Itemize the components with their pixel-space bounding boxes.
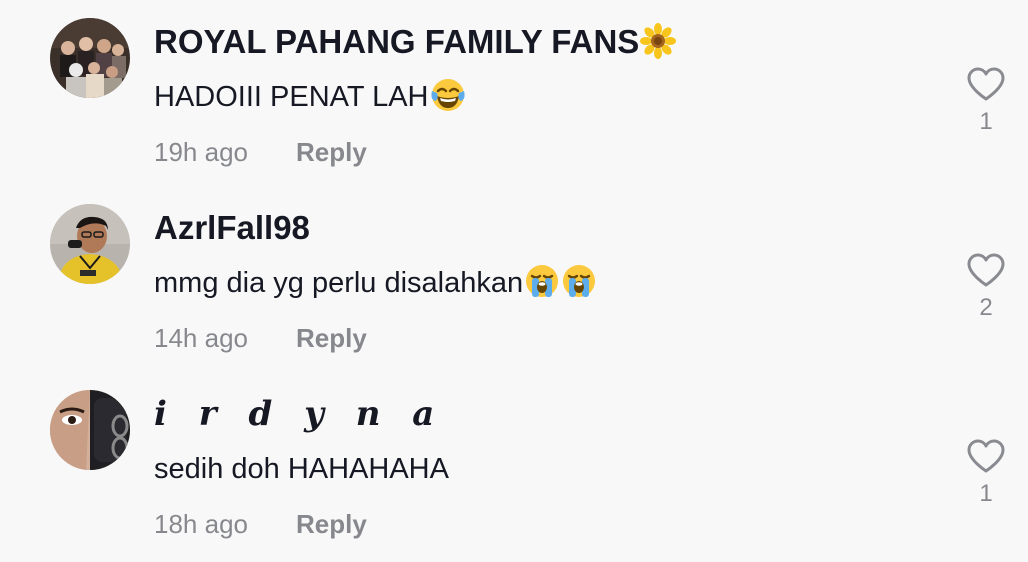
username-text: ROYAL PAHANG FAMILY FANS	[154, 23, 640, 60]
reply-button[interactable]: Reply	[296, 136, 367, 168]
comment-username[interactable]: ROYAL PAHANG FAMILY FANS	[154, 22, 677, 62]
comment-text: HADOIII PENAT LAH	[154, 78, 466, 116]
avatar[interactable]	[50, 18, 130, 98]
like-count: 1	[979, 108, 993, 135]
reply-button[interactable]: Reply	[296, 322, 367, 354]
avatar[interactable]	[50, 204, 130, 284]
comment-text: mmg dia yg perlu disalahkan	[154, 264, 597, 302]
comment-item: i r d y n a sedih doh HAHAHAHA 18h ago Re…	[0, 372, 1028, 542]
comment-text-body: HADOIII PENAT LAH	[154, 81, 429, 113]
comment-timestamp: 18h ago	[154, 509, 248, 539]
like-control: 1	[960, 66, 1012, 136]
username-text: AzrlFall98	[154, 209, 310, 246]
like-count: 1	[979, 480, 993, 507]
heart-icon[interactable]	[966, 66, 1006, 102]
like-count: 2	[979, 294, 993, 321]
tears-of-joy-icon	[430, 77, 466, 113]
comment-item: AzrlFall98 mmg dia yg perlu disalahkan 1…	[0, 186, 1028, 356]
loudly-crying-icon	[561, 263, 597, 299]
comment-meta: 18h ago Reply	[154, 508, 367, 540]
avatar-image	[50, 390, 130, 470]
heart-icon[interactable]	[966, 252, 1006, 288]
like-control: 2	[960, 252, 1012, 322]
comment-text: sedih doh HAHAHAHA	[154, 453, 449, 485]
comment-timestamp: 14h ago	[154, 323, 248, 353]
heart-icon[interactable]	[966, 438, 1006, 474]
avatar-image	[50, 18, 130, 98]
comment-username[interactable]: AzrlFall98	[154, 208, 310, 248]
loudly-crying-icon	[524, 263, 560, 299]
comment-username[interactable]: i r d y n a	[154, 394, 444, 434]
comment-timestamp: 19h ago	[154, 137, 248, 167]
like-control: 1	[960, 438, 1012, 508]
comment-meta: 14h ago Reply	[154, 322, 367, 354]
avatar-image	[50, 204, 130, 284]
sunflower-icon	[640, 23, 677, 60]
comment-meta: 19h ago Reply	[154, 136, 367, 168]
reply-button[interactable]: Reply	[296, 508, 367, 540]
comment-item: ROYAL PAHANG FAMILY FANS HADOIII PENAT L…	[0, 0, 1028, 170]
comment-text-body: mmg dia yg perlu disalahkan	[154, 267, 524, 299]
comment-list: ROYAL PAHANG FAMILY FANS HADOIII PENAT L…	[0, 0, 1028, 562]
avatar[interactable]	[50, 390, 130, 470]
